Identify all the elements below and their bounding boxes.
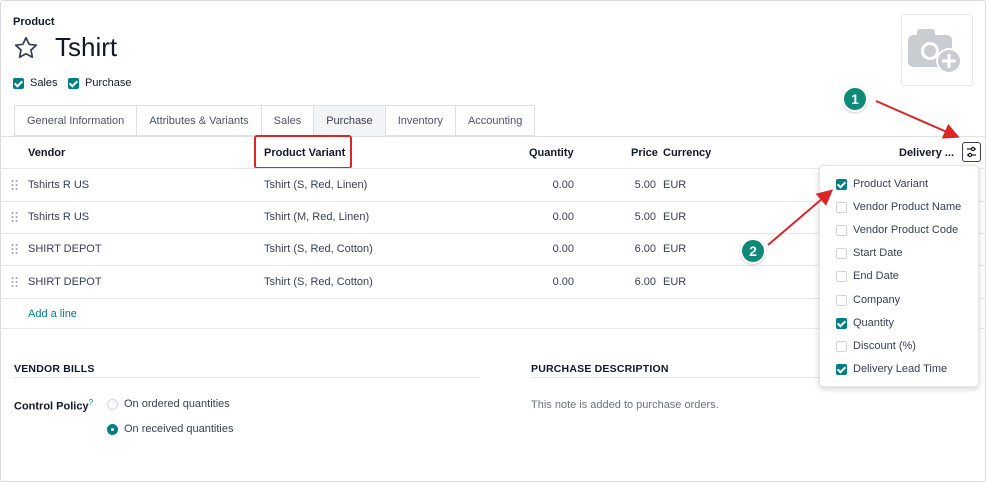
annotation-badge-1: 1 <box>842 86 868 112</box>
annotation-badge-2: 2 <box>740 238 766 264</box>
annotation-arrows <box>767 100 960 246</box>
annotation-arrow-2 <box>767 189 834 246</box>
annotation-arrow-1 <box>875 100 960 139</box>
